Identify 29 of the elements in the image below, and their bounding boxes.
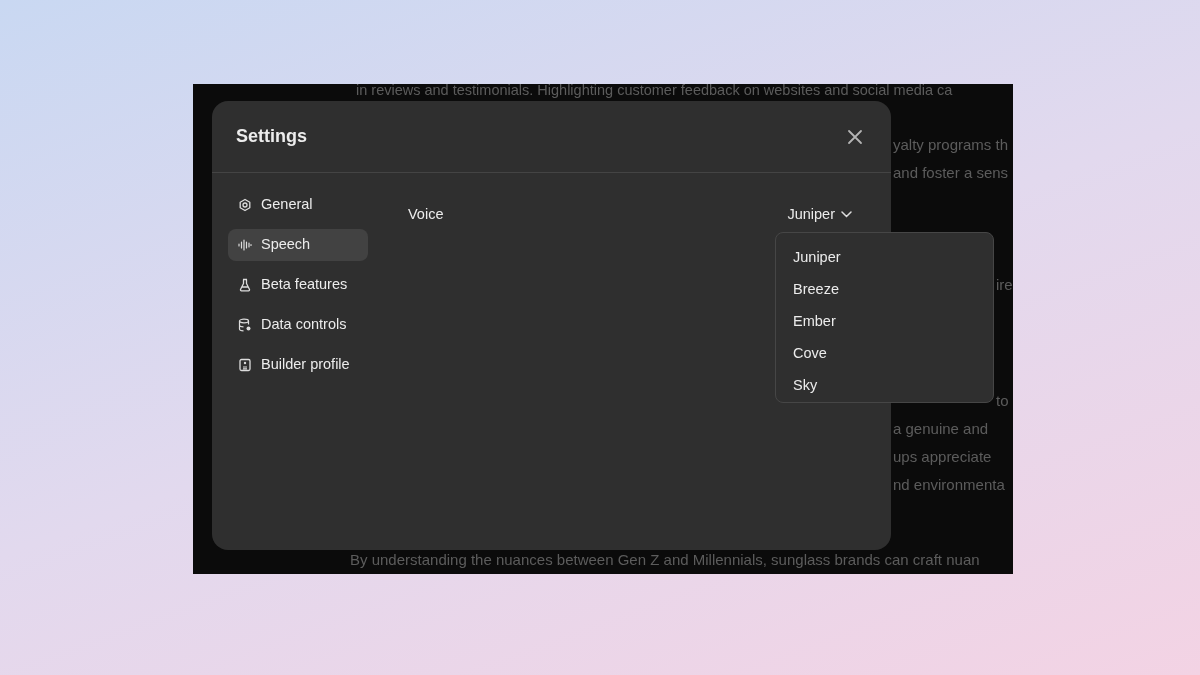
background-text: By understanding the nuances between Gen Z and Millennials, sunglass brands can craft nuan (350, 551, 980, 569)
sidebar-item[interactable]: Data controls (228, 309, 368, 341)
sidebar-item[interactable]: General (228, 189, 368, 221)
gear-icon (238, 198, 252, 212)
background-text: and foster a sens (893, 164, 1009, 182)
voice-option[interactable]: Juniper (776, 242, 993, 274)
voice-option[interactable]: Breeze (776, 274, 993, 306)
dialog-title: Settings (236, 125, 307, 148)
background-text: in reviews and testimonials. Highlighting customer feedback on websites and social media ca (356, 84, 953, 97)
close-icon (847, 128, 863, 145)
sidebar-item[interactable]: Speech (228, 229, 368, 261)
background-text: ups appreciate (893, 448, 992, 466)
background-text: a genuine and (893, 420, 989, 438)
flask-icon (238, 278, 252, 292)
background-text: ire (996, 276, 1013, 294)
background-text: yalty programs th (893, 136, 1009, 154)
background-text: to (996, 392, 1009, 410)
sidebar-item[interactable]: Beta features (228, 269, 368, 301)
voice-dropdown[interactable]: Juniper (787, 204, 852, 226)
voice-option[interactable]: Sky (776, 370, 993, 402)
chevron-down-icon (841, 211, 852, 219)
background-text: nd environmenta (893, 476, 1005, 494)
id-card-icon (238, 358, 252, 372)
sidebar-item[interactable]: Builder profile (228, 349, 368, 381)
database-icon (238, 318, 252, 332)
voice-option[interactable]: Ember (776, 306, 993, 338)
voice-option[interactable]: Cove (776, 338, 993, 370)
waveform-icon (238, 238, 252, 252)
voice-label: Voice (408, 205, 444, 224)
